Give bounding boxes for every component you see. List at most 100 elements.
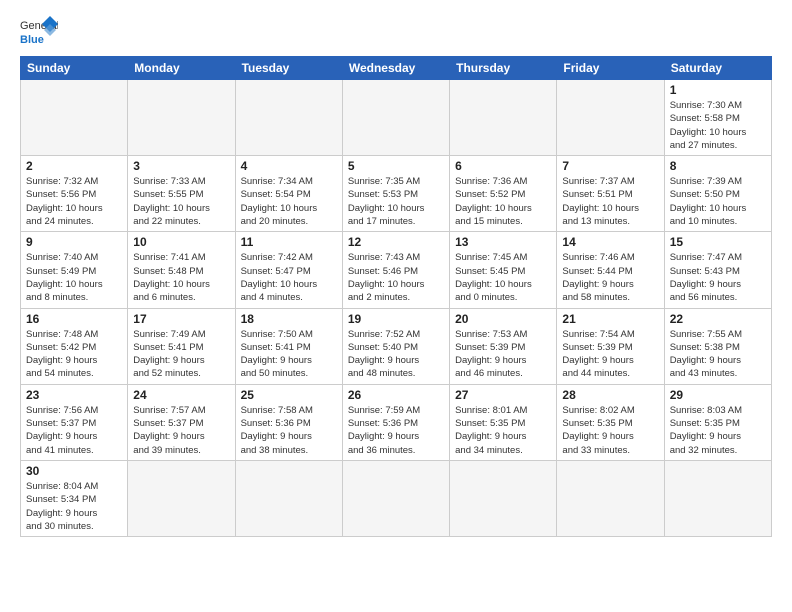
day-info: Sunrise: 8:02 AM Sunset: 5:35 PM Dayligh… xyxy=(562,404,658,457)
day-info: Sunrise: 7:34 AM Sunset: 5:54 PM Dayligh… xyxy=(241,175,337,228)
header: General Blue xyxy=(20,16,772,50)
day-info: Sunrise: 7:32 AM Sunset: 5:56 PM Dayligh… xyxy=(26,175,122,228)
weekday-header-monday: Monday xyxy=(128,57,235,80)
calendar-cell xyxy=(128,80,235,156)
calendar-cell: 19 Sunrise: 7:52 AM Sunset: 5:40 PM Dayli… xyxy=(342,308,449,384)
logo-container: General Blue xyxy=(20,16,58,50)
day-number: 25 xyxy=(241,388,337,402)
day-info: Sunrise: 7:41 AM Sunset: 5:48 PM Dayligh… xyxy=(133,251,229,304)
calendar-cell xyxy=(557,80,664,156)
calendar-cell xyxy=(557,460,664,536)
calendar-cell: 28 Sunrise: 8:02 AM Sunset: 5:35 PM Dayli… xyxy=(557,384,664,460)
calendar-cell: 25Sunrise: 7:58 AM Sunset: 5:36 PM Dayli… xyxy=(235,384,342,460)
day-number: 9 xyxy=(26,235,122,249)
day-info: Sunrise: 7:39 AM Sunset: 5:50 PM Dayligh… xyxy=(670,175,766,228)
calendar-cell: 29Sunrise: 8:03 AM Sunset: 5:35 PM Dayli… xyxy=(664,384,771,460)
calendar-cell: 6Sunrise: 7:36 AM Sunset: 5:52 PM Daylig… xyxy=(450,156,557,232)
calendar-week-row: 23 Sunrise: 7:56 AM Sunset: 5:37 PM Dayli… xyxy=(21,384,772,460)
calendar-cell: 8Sunrise: 7:39 AM Sunset: 5:50 PM Daylig… xyxy=(664,156,771,232)
day-info: Sunrise: 7:46 AM Sunset: 5:44 PM Dayligh… xyxy=(562,251,658,304)
day-info: Sunrise: 8:03 AM Sunset: 5:35 PM Dayligh… xyxy=(670,404,766,457)
day-number: 24 xyxy=(133,388,229,402)
calendar-cell: 14Sunrise: 7:46 AM Sunset: 5:44 PM Dayli… xyxy=(557,232,664,308)
day-number: 19 xyxy=(348,312,444,326)
calendar-week-row: 16 Sunrise: 7:48 AM Sunset: 5:42 PM Dayli… xyxy=(21,308,772,384)
calendar-week-row: 9 Sunrise: 7:40 AM Sunset: 5:49 PM Daylig… xyxy=(21,232,772,308)
day-info: Sunrise: 7:30 AM Sunset: 5:58 PM Dayligh… xyxy=(670,99,766,152)
day-info: Sunrise: 7:50 AM Sunset: 5:41 PM Dayligh… xyxy=(241,328,337,381)
day-number: 21 xyxy=(562,312,658,326)
day-info: Sunrise: 7:43 AM Sunset: 5:46 PM Dayligh… xyxy=(348,251,444,304)
calendar-cell: 2 Sunrise: 7:32 AM Sunset: 5:56 PM Daylig… xyxy=(21,156,128,232)
weekday-header-saturday: Saturday xyxy=(664,57,771,80)
calendar-week-row: 2 Sunrise: 7:32 AM Sunset: 5:56 PM Daylig… xyxy=(21,156,772,232)
day-number: 26 xyxy=(348,388,444,402)
calendar-cell xyxy=(21,80,128,156)
weekday-header-row: SundayMondayTuesdayWednesdayThursdayFrid… xyxy=(21,57,772,80)
day-number: 17 xyxy=(133,312,229,326)
day-info: Sunrise: 7:42 AM Sunset: 5:47 PM Dayligh… xyxy=(241,251,337,304)
day-info: Sunrise: 8:01 AM Sunset: 5:35 PM Dayligh… xyxy=(455,404,551,457)
logo-area: General Blue xyxy=(20,16,58,50)
day-info: Sunrise: 7:53 AM Sunset: 5:39 PM Dayligh… xyxy=(455,328,551,381)
day-number: 1 xyxy=(670,83,766,97)
calendar-cell: 3Sunrise: 7:33 AM Sunset: 5:55 PM Daylig… xyxy=(128,156,235,232)
calendar-cell: 20 Sunrise: 7:53 AM Sunset: 5:39 PM Dayli… xyxy=(450,308,557,384)
calendar-cell: 24 Sunrise: 7:57 AM Sunset: 5:37 PM Dayli… xyxy=(128,384,235,460)
calendar-cell: 17 Sunrise: 7:49 AM Sunset: 5:41 PM Dayli… xyxy=(128,308,235,384)
day-number: 27 xyxy=(455,388,551,402)
calendar-cell: 27 Sunrise: 8:01 AM Sunset: 5:35 PM Dayli… xyxy=(450,384,557,460)
svg-text:Blue: Blue xyxy=(20,34,44,46)
weekday-header-wednesday: Wednesday xyxy=(342,57,449,80)
logo-icon: General Blue xyxy=(20,16,58,50)
calendar-cell: 18Sunrise: 7:50 AM Sunset: 5:41 PM Dayli… xyxy=(235,308,342,384)
calendar-cell xyxy=(342,80,449,156)
day-number: 22 xyxy=(670,312,766,326)
day-number: 23 xyxy=(26,388,122,402)
calendar-cell xyxy=(342,460,449,536)
calendar-cell: 23 Sunrise: 7:56 AM Sunset: 5:37 PM Dayli… xyxy=(21,384,128,460)
day-number: 20 xyxy=(455,312,551,326)
calendar-cell: 5Sunrise: 7:35 AM Sunset: 5:53 PM Daylig… xyxy=(342,156,449,232)
calendar-cell xyxy=(235,460,342,536)
day-number: 10 xyxy=(133,235,229,249)
weekday-header-friday: Friday xyxy=(557,57,664,80)
calendar-cell: 7Sunrise: 7:37 AM Sunset: 5:51 PM Daylig… xyxy=(557,156,664,232)
calendar-cell: 11 Sunrise: 7:42 AM Sunset: 5:47 PM Dayli… xyxy=(235,232,342,308)
day-info: Sunrise: 7:54 AM Sunset: 5:39 PM Dayligh… xyxy=(562,328,658,381)
day-number: 11 xyxy=(241,235,337,249)
calendar-cell: 16 Sunrise: 7:48 AM Sunset: 5:42 PM Dayli… xyxy=(21,308,128,384)
day-number: 5 xyxy=(348,159,444,173)
weekday-header-sunday: Sunday xyxy=(21,57,128,80)
day-info: Sunrise: 7:52 AM Sunset: 5:40 PM Dayligh… xyxy=(348,328,444,381)
day-number: 2 xyxy=(26,159,122,173)
calendar-cell: 1 Sunrise: 7:30 AM Sunset: 5:58 PM Daylig… xyxy=(664,80,771,156)
calendar-cell: 12Sunrise: 7:43 AM Sunset: 5:46 PM Dayli… xyxy=(342,232,449,308)
calendar-cell xyxy=(450,460,557,536)
day-number: 4 xyxy=(241,159,337,173)
calendar-cell xyxy=(235,80,342,156)
day-info: Sunrise: 7:55 AM Sunset: 5:38 PM Dayligh… xyxy=(670,328,766,381)
calendar-table: SundayMondayTuesdayWednesdayThursdayFrid… xyxy=(20,56,772,537)
calendar-cell: 15Sunrise: 7:47 AM Sunset: 5:43 PM Dayli… xyxy=(664,232,771,308)
calendar-cell: 10 Sunrise: 7:41 AM Sunset: 5:48 PM Dayli… xyxy=(128,232,235,308)
day-number: 3 xyxy=(133,159,229,173)
calendar-cell: 26 Sunrise: 7:59 AM Sunset: 5:36 PM Dayli… xyxy=(342,384,449,460)
day-number: 16 xyxy=(26,312,122,326)
calendar-cell: 4 Sunrise: 7:34 AM Sunset: 5:54 PM Daylig… xyxy=(235,156,342,232)
day-info: Sunrise: 7:40 AM Sunset: 5:49 PM Dayligh… xyxy=(26,251,122,304)
day-info: Sunrise: 8:04 AM Sunset: 5:34 PM Dayligh… xyxy=(26,480,122,533)
day-info: Sunrise: 7:36 AM Sunset: 5:52 PM Dayligh… xyxy=(455,175,551,228)
calendar-week-row: 1 Sunrise: 7:30 AM Sunset: 5:58 PM Daylig… xyxy=(21,80,772,156)
calendar-cell xyxy=(450,80,557,156)
day-info: Sunrise: 7:56 AM Sunset: 5:37 PM Dayligh… xyxy=(26,404,122,457)
day-number: 7 xyxy=(562,159,658,173)
day-info: Sunrise: 7:48 AM Sunset: 5:42 PM Dayligh… xyxy=(26,328,122,381)
day-info: Sunrise: 7:57 AM Sunset: 5:37 PM Dayligh… xyxy=(133,404,229,457)
day-info: Sunrise: 7:59 AM Sunset: 5:36 PM Dayligh… xyxy=(348,404,444,457)
day-info: Sunrise: 7:49 AM Sunset: 5:41 PM Dayligh… xyxy=(133,328,229,381)
day-info: Sunrise: 7:47 AM Sunset: 5:43 PM Dayligh… xyxy=(670,251,766,304)
weekday-header-thursday: Thursday xyxy=(450,57,557,80)
day-number: 28 xyxy=(562,388,658,402)
page: General Blue SundayMondayTuesdayWednesda… xyxy=(0,0,792,612)
